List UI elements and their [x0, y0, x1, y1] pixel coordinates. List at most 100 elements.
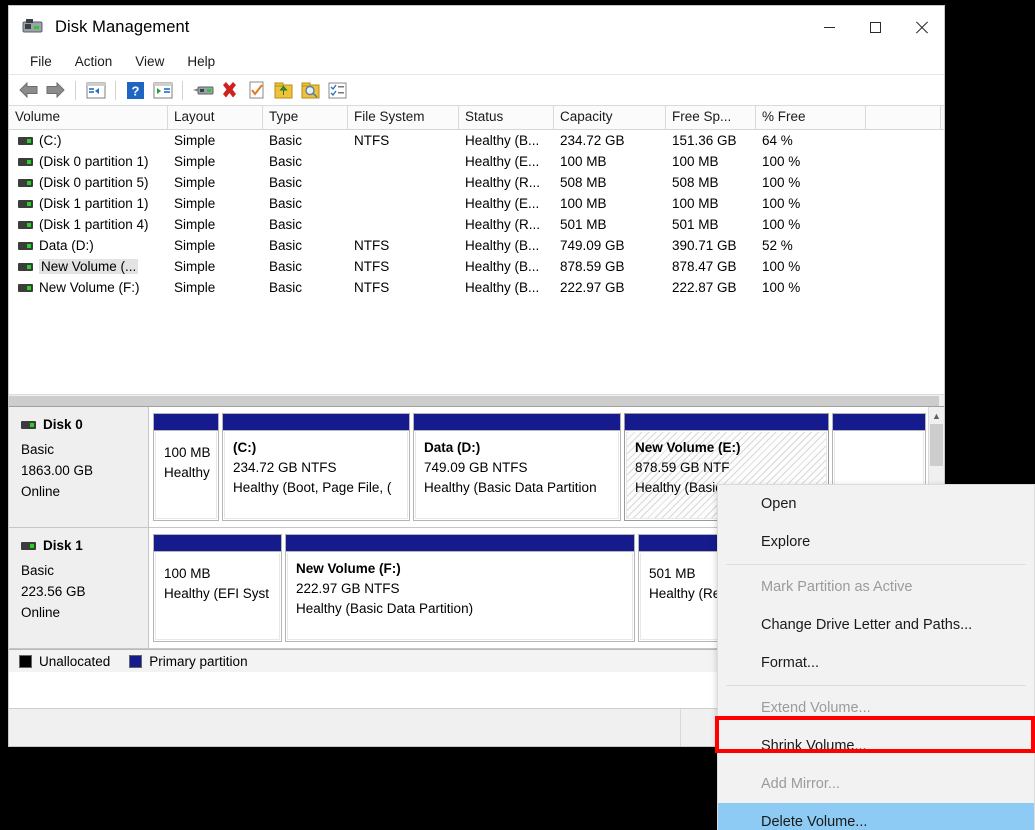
context-menu-item-change-drive-letter-and-paths[interactable]: Change Drive Letter and Paths... [718, 606, 1034, 644]
minimize-icon [824, 27, 835, 28]
column-header-free-space[interactable]: Free Sp... [666, 106, 756, 129]
properties-icon[interactable] [244, 78, 269, 103]
partition-disk0-1[interactable]: (C:) 234.72 GB NTFS Healthy (Boot, Page … [222, 413, 410, 521]
column-header-layout[interactable]: Layout [168, 106, 263, 129]
partition-disk0-0[interactable]: 100 MB Healthy [153, 413, 219, 521]
table-row[interactable]: Data (D:)SimpleBasicNTFSHealthy (B...749… [9, 235, 944, 256]
context-menu-item-explore[interactable]: Explore [718, 523, 1034, 561]
delete-icon[interactable] [217, 78, 242, 103]
table-row[interactable]: New Volume (...SimpleBasicNTFSHealthy (B… [9, 256, 944, 277]
cell-type: Basic [263, 259, 348, 274]
context-menu-item-add-mirror: Add Mirror... [718, 765, 1034, 803]
table-row[interactable]: (C:)SimpleBasicNTFSHealthy (B...234.72 G… [9, 130, 944, 151]
cell-status: Healthy (E... [459, 196, 554, 211]
cell-capacity: 501 MB [554, 217, 666, 232]
cell-file-system: NTFS [348, 280, 459, 295]
cell-percent-free: 100 % [756, 154, 866, 169]
volume-list-header: Volume Layout Type File System Status Ca… [9, 106, 944, 130]
volume-drive-icon [18, 158, 33, 166]
column-header-status[interactable]: Status [459, 106, 554, 129]
title-bar: Disk Management [9, 6, 944, 48]
volume-drive-icon [18, 221, 33, 229]
partition-disk0-2[interactable]: Data (D:) 749.09 GB NTFS Healthy (Basic … [413, 413, 621, 521]
disk-name-label: Disk 0 [43, 417, 83, 432]
help-icon[interactable]: ? [123, 78, 148, 103]
table-row[interactable]: New Volume (F:)SimpleBasicNTFSHealthy (B… [9, 277, 944, 298]
volume-drive-icon [18, 284, 33, 292]
partition-color-bar [414, 414, 620, 431]
volume-name-label: (Disk 0 partition 5) [39, 175, 149, 190]
column-header-volume[interactable]: Volume [9, 106, 168, 129]
disk-info-1[interactable]: Disk 1 Basic 223.56 GB Online [9, 528, 149, 648]
cell-type: Basic [263, 154, 348, 169]
search-icon[interactable] [298, 78, 323, 103]
rescan-disks-icon[interactable] [190, 78, 215, 103]
cell-free-space: 222.87 GB [666, 280, 756, 295]
disk-info-0[interactable]: Disk 0 Basic 1863.00 GB Online [9, 407, 149, 527]
menu-bar: File Action View Help [9, 48, 944, 75]
export-list-icon[interactable] [271, 78, 296, 103]
cell-volume: Data (D:) [9, 238, 168, 253]
context-menu-separator [726, 564, 1026, 565]
scrollbar-thumb[interactable] [930, 424, 943, 466]
partition-color-bar [625, 414, 828, 431]
cell-layout: Simple [168, 238, 263, 253]
maximize-button[interactable] [852, 6, 898, 48]
status-bar-divider [680, 709, 681, 746]
details-view-icon[interactable] [325, 78, 350, 103]
cell-percent-free: 100 % [756, 217, 866, 232]
context-menu-item-mark-partition-as-active: Mark Partition as Active [718, 568, 1034, 606]
partition-color-bar [154, 535, 281, 552]
partition-color-bar [833, 414, 925, 431]
column-header-type[interactable]: Type [263, 106, 348, 129]
column-header-blank[interactable] [866, 106, 941, 129]
context-menu-item-extend-volume: Extend Volume... [718, 689, 1034, 727]
column-header-capacity[interactable]: Capacity [554, 106, 666, 129]
toolbar-separator [182, 81, 183, 100]
table-row[interactable]: (Disk 1 partition 4)SimpleBasicHealthy (… [9, 214, 944, 235]
minimize-button[interactable] [806, 6, 852, 48]
cell-volume: (Disk 0 partition 1) [9, 154, 168, 169]
volume-name-label: New Volume (F:) [39, 280, 140, 295]
disk-title-0: Disk 0 [21, 417, 148, 432]
close-button[interactable] [898, 6, 944, 48]
context-menu-separator [726, 685, 1026, 686]
show-hide-console-tree-icon[interactable] [83, 78, 108, 103]
back-arrow-icon[interactable] [16, 78, 41, 103]
partition-status: Healthy (EFI Syst [164, 584, 272, 604]
context-menu: OpenExplore Mark Partition as ActiveChang… [717, 484, 1035, 830]
menu-view[interactable]: View [127, 51, 174, 72]
context-menu-item-shrink-volume[interactable]: Shrink Volume... [718, 727, 1034, 765]
volume-list-horizontal-scrollbar[interactable] [9, 394, 944, 406]
cell-status: Healthy (B... [459, 259, 554, 274]
table-row[interactable]: (Disk 0 partition 1)SimpleBasicHealthy (… [9, 151, 944, 172]
partition-size: 222.97 GB NTFS [296, 579, 625, 599]
cell-free-space: 151.36 GB [666, 133, 756, 148]
partition-size: 100 MB [164, 443, 209, 463]
cell-layout: Simple [168, 217, 263, 232]
forward-arrow-icon[interactable] [43, 78, 68, 103]
volume-name-label: (Disk 0 partition 1) [39, 154, 149, 169]
volume-name-label: (Disk 1 partition 1) [39, 196, 149, 211]
cell-percent-free: 100 % [756, 259, 866, 274]
svg-text:?: ? [132, 83, 140, 98]
column-header-file-system[interactable]: File System [348, 106, 459, 129]
context-menu-item-format[interactable]: Format... [718, 644, 1034, 682]
partition-disk1-0[interactable]: 100 MB Healthy (EFI Syst [153, 534, 282, 642]
scroll-up-arrow-icon[interactable]: ▲ [929, 407, 944, 424]
partition-disk1-1[interactable]: New Volume (F:) 222.97 GB NTFS Healthy (… [285, 534, 635, 642]
menu-help[interactable]: Help [179, 51, 225, 72]
column-header-percent-free[interactable]: % Free [756, 106, 866, 129]
menu-file[interactable]: File [22, 51, 62, 72]
menu-action[interactable]: Action [67, 51, 123, 72]
scrollbar-thumb[interactable] [9, 396, 939, 406]
cell-type: Basic [263, 238, 348, 253]
disk-size-0: 1863.00 GB [21, 460, 148, 481]
show-hide-action-pane-icon[interactable] [150, 78, 175, 103]
table-row[interactable]: (Disk 0 partition 5)SimpleBasicHealthy (… [9, 172, 944, 193]
volume-list: Volume Layout Type File System Status Ca… [9, 106, 944, 406]
partition-size: 749.09 GB NTFS [424, 458, 611, 478]
table-row[interactable]: (Disk 1 partition 1)SimpleBasicHealthy (… [9, 193, 944, 214]
context-menu-item-open[interactable]: Open [718, 485, 1034, 523]
context-menu-item-delete-volume[interactable]: Delete Volume... [718, 803, 1034, 830]
